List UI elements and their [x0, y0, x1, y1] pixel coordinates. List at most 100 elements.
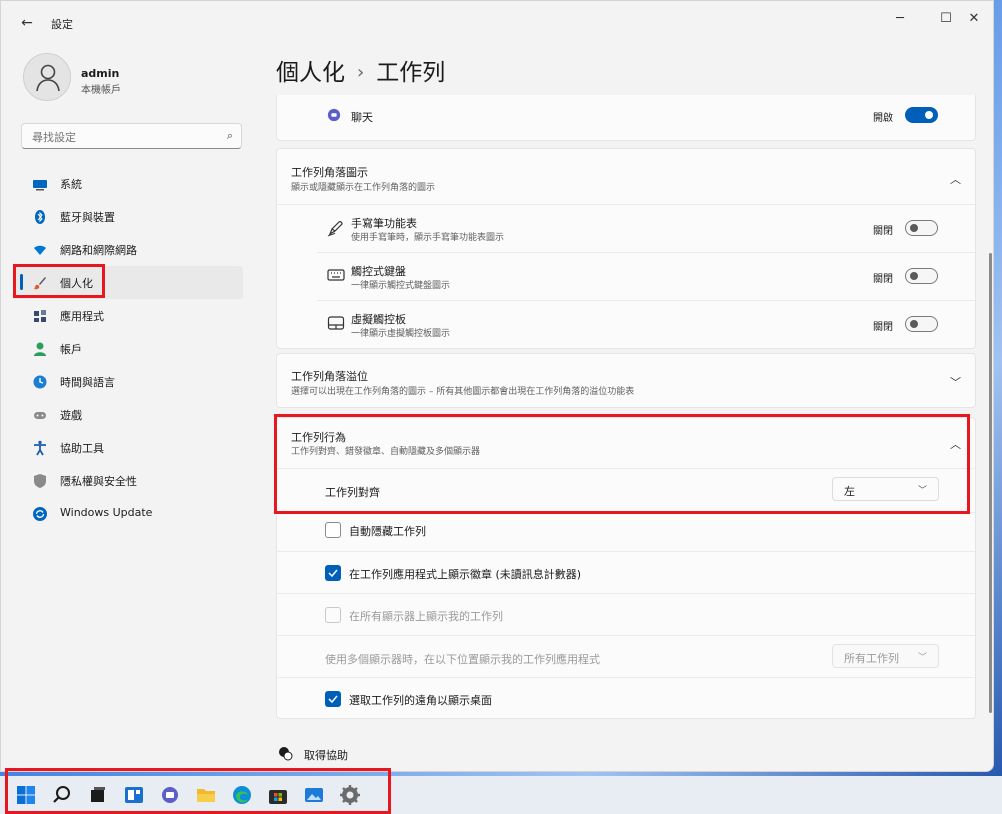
sidebar-item-time-language[interactable]: 時間與語言 [14, 365, 243, 398]
touch-keyboard-toggle[interactable] [905, 268, 938, 284]
settings-icon[interactable] [338, 783, 362, 807]
minimize-button[interactable]: ─ [877, 1, 923, 37]
pen-menu-toggle[interactable] [905, 220, 938, 236]
touch-keyboard-subtitle: 一律顯示觸控式鍵盤圖示 [351, 281, 451, 291]
divider [317, 252, 975, 253]
auto-hide-checkbox[interactable] [325, 522, 341, 538]
breadcrumb-separator: › [357, 62, 365, 83]
divider [277, 677, 975, 678]
keyboard-icon [327, 269, 345, 281]
breadcrumb: 個人化 › 工作列 [276, 53, 445, 87]
chat-icon[interactable] [158, 783, 182, 807]
time-language-icon [33, 375, 47, 389]
account-type: 本機帳戶 [81, 85, 121, 96]
photos-icon[interactable] [302, 783, 326, 807]
gaming-icon [34, 412, 46, 419]
system-icon [33, 180, 47, 191]
alignment-dropdown[interactable]: 左 ﹀ [832, 477, 939, 501]
chevron-up-icon[interactable]: ︿ [950, 436, 961, 452]
chat-toggle-state: 開啟 [873, 113, 893, 124]
touch-keyboard-title: 觸控式鍵盤 [351, 265, 406, 278]
file-explorer-icon[interactable] [194, 783, 218, 807]
taskbar-corner-overflow-card[interactable]: 工作列角落溢位 選擇可以出現在工作列角落的圖示 – 所有其他圖示都會出現在工作列… [276, 353, 976, 408]
chevron-down-icon: ﹀ [917, 653, 927, 663]
multi-display-value: 所有工作列 [844, 652, 899, 665]
sidebar-item-windows-update[interactable]: Windows Update [14, 497, 243, 530]
sidebar-item-personalization[interactable]: 個人化 [14, 266, 243, 299]
sidebar-item-bluetooth[interactable]: 藍牙與裝置 [14, 200, 243, 233]
breadcrumb-parent[interactable]: 個人化 [276, 60, 345, 86]
far-corner-label: 選取工作列的遠角以顯示桌面 [349, 694, 492, 707]
far-corner-checkbox[interactable] [325, 691, 341, 707]
chevron-down-icon: ﹀ [917, 486, 927, 496]
sidebar-item-system[interactable]: 系統 [14, 167, 243, 200]
virtual-touchpad-subtitle: 一律顯示虛擬觸控板圖示 [351, 329, 451, 339]
search-icon[interactable] [50, 783, 74, 807]
sidebar-item-privacy[interactable]: 隱私權與安全性 [14, 464, 243, 497]
get-help-label: 取得協助 [304, 749, 348, 762]
active-indicator [20, 274, 23, 290]
virtual-touchpad-title: 虛擬觸控板 [351, 313, 406, 326]
task-view-icon[interactable] [86, 783, 110, 807]
sidebar-item-label: 遊戲 [60, 409, 82, 422]
settings-window: ← 設定 ─ ☐ ✕ admin 本機帳戶 ⌕ 系統 藍牙與裝置 [0, 0, 994, 772]
settings-content: 聊天 開啟 工作列角落圖示 顯示或隱藏顯示在工作列角落的圖示 ︿ 手寫筆功能表 … [276, 95, 976, 771]
virtual-touchpad-toggle[interactable] [905, 316, 938, 332]
divider [277, 204, 975, 205]
auto-hide-label: 自動隱藏工作列 [349, 525, 426, 538]
pen-menu-toggle-state: 關閉 [873, 226, 893, 237]
shield-icon [34, 474, 46, 488]
all-displays-checkbox[interactable] [325, 607, 341, 623]
chat-toggle[interactable] [905, 107, 938, 123]
widgets-icon[interactable] [122, 783, 146, 807]
network-icon [34, 245, 46, 255]
chevron-down-icon[interactable]: ﹀ [950, 374, 961, 390]
chevron-up-icon[interactable]: ︿ [950, 171, 961, 187]
scrollbar[interactable] [989, 253, 992, 713]
corner-icons-title: 工作列角落圖示 [291, 166, 368, 179]
pen-icon [327, 221, 343, 237]
badges-label: 在工作列應用程式上顯示徽章 (未讀訊息計數器) [349, 568, 582, 581]
user-name: admin [81, 67, 120, 80]
store-icon[interactable] [266, 783, 290, 807]
overflow-title: 工作列角落溢位 [291, 370, 368, 383]
virtual-touchpad-toggle-state: 關閉 [873, 322, 893, 333]
close-button[interactable]: ✕ [951, 1, 993, 37]
sidebar-item-label: 協助工具 [60, 442, 104, 455]
page-title: 工作列 [376, 60, 446, 86]
behaviors-title: 工作列行為 [291, 431, 346, 444]
sidebar-item-accounts[interactable]: 帳戶 [14, 332, 243, 365]
sidebar-nav: 系統 藍牙與裝置 網路和網際網路 個人化 應用程式 帳戶 時間與語言 遊戲 協助… [14, 167, 243, 530]
edge-icon[interactable] [230, 783, 254, 807]
sidebar-item-label: 系統 [60, 178, 82, 191]
avatar [23, 53, 71, 101]
badges-checkbox[interactable] [325, 565, 341, 581]
sidebar-item-label: 帳戶 [60, 343, 82, 356]
divider [277, 635, 975, 636]
window-title: 設定 [51, 18, 73, 31]
taskbar [0, 776, 1002, 814]
multi-display-dropdown[interactable]: 所有工作列 ﹀ [832, 644, 939, 668]
sidebar-item-apps[interactable]: 應用程式 [14, 299, 243, 332]
start-icon[interactable] [14, 783, 38, 807]
sidebar-item-label: 藍牙與裝置 [60, 211, 115, 224]
touchpad-icon [327, 316, 345, 330]
apps-icon [34, 310, 46, 322]
search-icon[interactable]: ⌕ [227, 129, 233, 143]
sidebar-item-accessibility[interactable]: 協助工具 [14, 431, 243, 464]
divider [277, 593, 975, 594]
search-input[interactable] [30, 128, 214, 146]
pen-menu-title: 手寫筆功能表 [351, 217, 417, 230]
corner-icons-subtitle: 顯示或隱藏顯示在工作列角落的圖示 [291, 183, 436, 193]
sidebar-item-label: Windows Update [60, 506, 153, 519]
alignment-label: 工作列對齊 [325, 486, 380, 499]
search-box[interactable]: ⌕ [21, 123, 242, 149]
divider [317, 300, 975, 301]
back-arrow-icon[interactable]: ← [15, 11, 39, 35]
help-icon [279, 747, 293, 761]
sidebar-item-network[interactable]: 網路和網際網路 [14, 233, 243, 266]
alignment-value: 左 [844, 485, 855, 498]
sidebar-item-gaming[interactable]: 遊戲 [14, 398, 243, 431]
sidebar-item-label: 隱私權與安全性 [60, 475, 137, 488]
taskbar-corner-icons-card: 工作列角落圖示 顯示或隱藏顯示在工作列角落的圖示 ︿ 手寫筆功能表 使用手寫筆時… [276, 148, 976, 349]
